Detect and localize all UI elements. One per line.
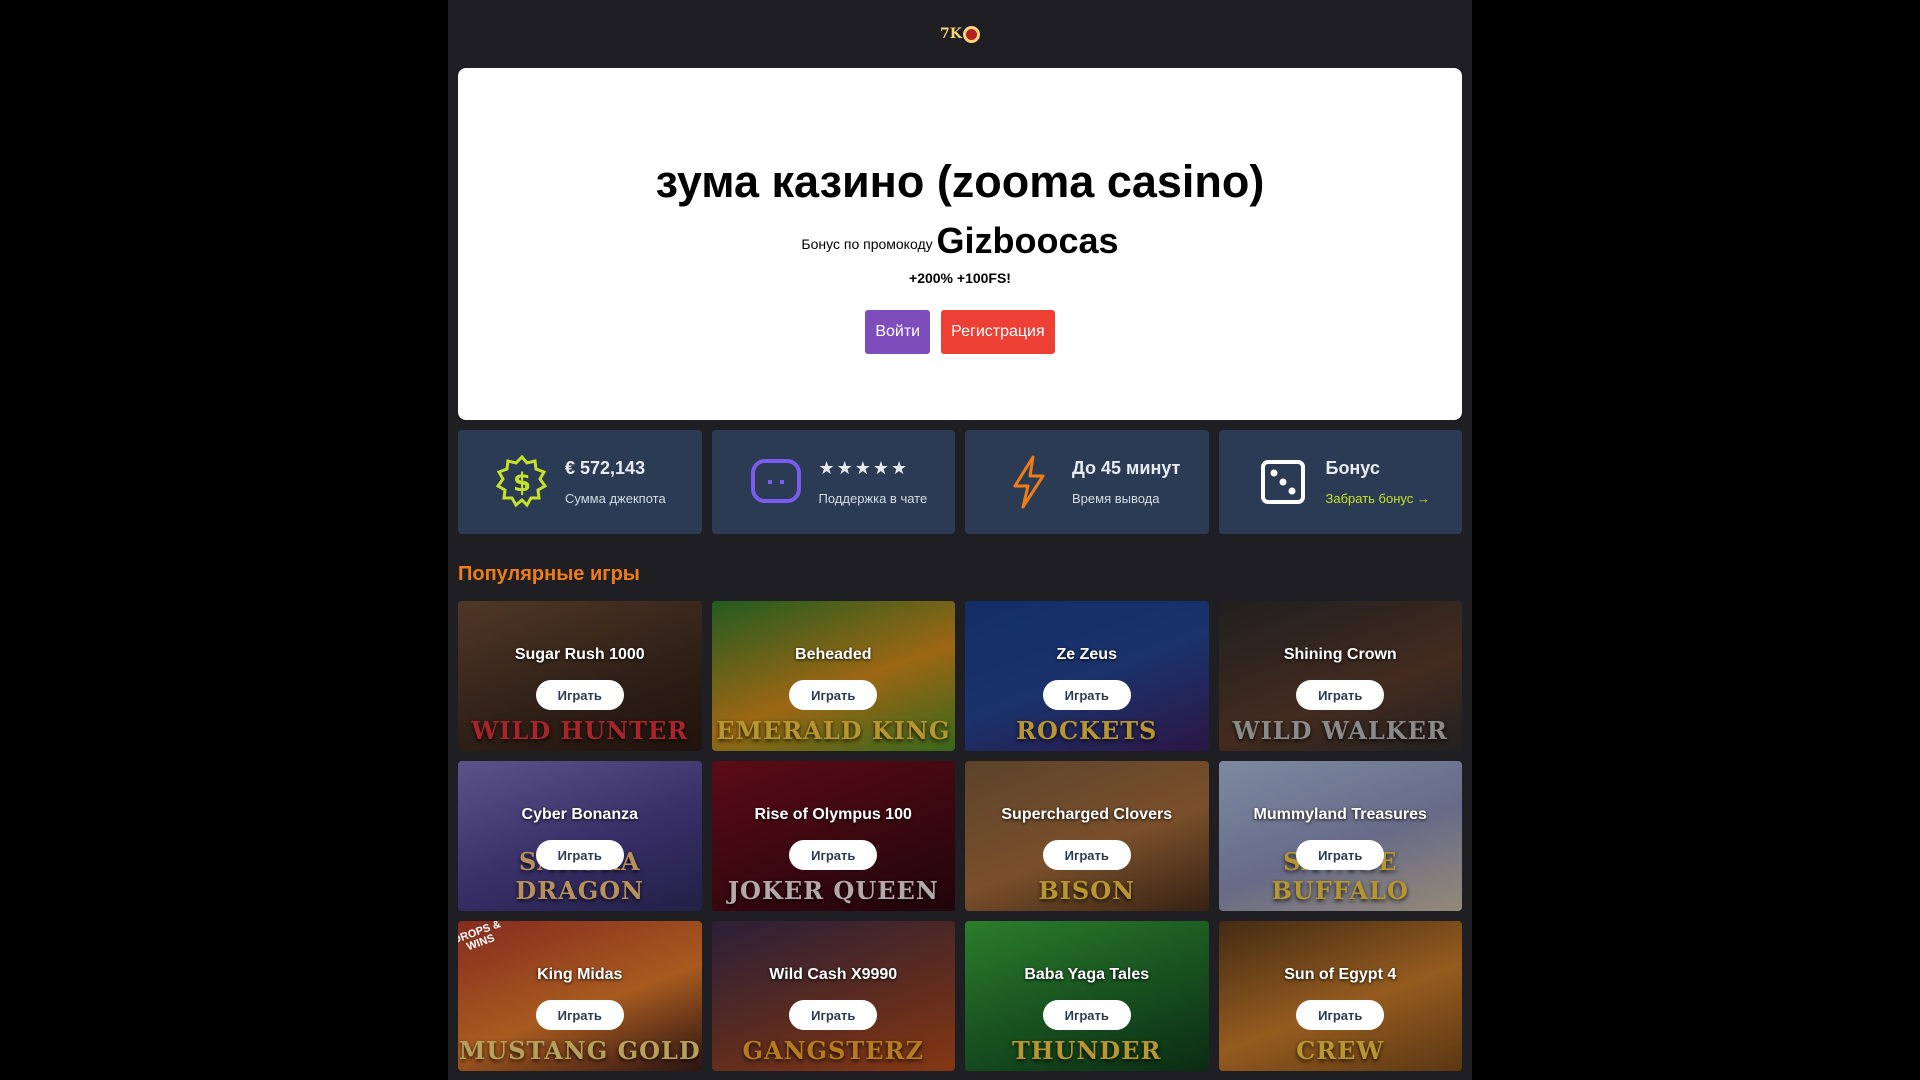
game-card[interactable]: SAKURA DRAGONCyber BonanzaИграть bbox=[458, 761, 702, 911]
promo-line: Бонус по промокоду Gizboocas bbox=[458, 220, 1462, 262]
card-overlay bbox=[965, 761, 1209, 911]
support-label: Поддержка в чате bbox=[818, 491, 928, 506]
auth-buttons: Войти Регистрация bbox=[458, 310, 1462, 354]
game-card[interactable]: GANGSTERZ Wild Cash X9990 Играть bbox=[711, 921, 955, 1071]
game-card[interactable]: SAVAGE BUFFALOMummyland TreasuresИграть bbox=[1218, 761, 1462, 911]
bonus-title: Бонус bbox=[1325, 458, 1380, 478]
play-button[interactable]: Играть bbox=[789, 1000, 878, 1030]
card-overlay bbox=[965, 921, 1209, 1071]
game-name: Wild Cash X9990 bbox=[769, 966, 898, 983]
promo-code: Gizboocas bbox=[936, 220, 1119, 261]
play-button[interactable]: Играть bbox=[1296, 840, 1385, 870]
register-button[interactable]: Регистрация bbox=[941, 310, 1055, 354]
card-overlay bbox=[711, 601, 955, 751]
dice-icon bbox=[1255, 454, 1311, 510]
top-bar: 7K bbox=[448, 0, 1472, 68]
support-card: ★★★★★ Поддержка в чате bbox=[711, 430, 955, 534]
play-button[interactable]: Играть bbox=[789, 840, 878, 870]
game-name: Supercharged Clovers bbox=[1001, 806, 1173, 823]
play-button[interactable]: Играть bbox=[1296, 680, 1385, 710]
logo-chip-icon bbox=[962, 25, 980, 43]
play-button[interactable]: Играть bbox=[535, 1000, 624, 1030]
logo-text: 7K bbox=[940, 26, 962, 42]
play-button[interactable]: Играть bbox=[535, 680, 624, 710]
withdrawal-label: Время вывода bbox=[1072, 491, 1160, 506]
play-button[interactable]: Играть bbox=[1042, 1000, 1131, 1030]
game-card[interactable]: THUNDER Baba Yaga Tales Играть bbox=[965, 921, 1209, 1071]
card-overlay bbox=[1218, 921, 1462, 1071]
feature-cards: $ € 572,143 Сумма джекпота ★★★★★ Поддерж… bbox=[458, 430, 1462, 534]
page-title: зума казино (zooma casino) bbox=[655, 156, 1265, 207]
card-overlay bbox=[711, 921, 955, 1071]
game-card[interactable]: EMERALD KING Beheaded Играть bbox=[711, 601, 955, 751]
game-name: Baba Yaga Tales bbox=[1024, 966, 1150, 983]
card-overlay bbox=[711, 761, 955, 911]
game-name: Sun of Egypt 4 bbox=[1284, 966, 1397, 983]
popular-games-title: Популярные игры bbox=[458, 563, 640, 585]
game-card[interactable]: WILD HUNTER Sugar Rush 1000 Играть bbox=[458, 601, 702, 751]
chat-icon bbox=[748, 454, 804, 510]
play-button[interactable]: Играть bbox=[1042, 840, 1131, 870]
game-name: Rise of Olympus 100 bbox=[754, 806, 912, 823]
withdrawal-card: До 45 минут Время вывода bbox=[965, 430, 1209, 534]
card-overlay bbox=[1218, 601, 1462, 751]
jackpot-amount: € 572,143 bbox=[565, 458, 646, 478]
game-card[interactable]: WILD WALKER Shining Crown Играть bbox=[1218, 601, 1462, 751]
card-overlay bbox=[458, 601, 702, 751]
game-name: Shining Crown bbox=[1283, 646, 1397, 663]
bonus-offer: +200% +100FS! bbox=[909, 270, 1011, 286]
play-button[interactable]: Играть bbox=[1042, 680, 1131, 710]
card-overlay bbox=[1218, 761, 1462, 911]
games-grid: WILD HUNTER Sugar Rush 1000 Играть EMERALD … bbox=[458, 601, 1462, 1071]
game-name: Sugar Rush 1000 bbox=[514, 646, 645, 663]
login-button[interactable]: Войти bbox=[865, 310, 931, 354]
game-card[interactable]: BISON Supercharged Clovers Играть bbox=[965, 761, 1209, 911]
game-name: Cyber Bonanza bbox=[521, 806, 638, 823]
dollar-badge-icon: $ bbox=[494, 454, 550, 510]
card-overlay bbox=[458, 761, 702, 911]
game-name: Mummyland Treasures bbox=[1253, 806, 1427, 823]
play-button[interactable]: Играть bbox=[535, 840, 624, 870]
hero-banner: зума казино (zooma casino) Бонус по пром… bbox=[458, 68, 1462, 420]
game-name: Ze Zeus bbox=[1056, 646, 1117, 663]
play-button[interactable]: Играть bbox=[1296, 1000, 1385, 1030]
game-card[interactable]: ROCKETS Ze Zeus Играть bbox=[965, 601, 1209, 751]
game-card[interactable]: MUSTANG GOLD DROPS & WINS King Midas Играть bbox=[458, 921, 702, 1071]
svg-text:$: $ bbox=[513, 468, 531, 498]
card-overlay bbox=[965, 601, 1209, 751]
withdrawal-time: До 45 минут bbox=[1072, 458, 1181, 478]
lightning-icon bbox=[1001, 454, 1057, 510]
claim-bonus-link[interactable]: Забрать бонус → bbox=[1326, 491, 1430, 506]
page: 7K зума казино (zooma casino) Бонус по п… bbox=[448, 0, 1472, 1080]
bonus-card[interactable]: Бонус Забрать бонус → bbox=[1218, 430, 1462, 534]
play-button[interactable]: Играть bbox=[789, 680, 878, 710]
game-card[interactable]: JOKER QUEEN Rise of Olympus 100 Играть bbox=[711, 761, 955, 911]
game-card[interactable]: CREW Sun of Egypt 4 Играть bbox=[1218, 921, 1462, 1071]
jackpot-card: $ € 572,143 Сумма джекпота bbox=[458, 430, 702, 534]
support-rating-stars: ★★★★★ bbox=[818, 458, 910, 478]
game-name: King Midas bbox=[537, 966, 623, 983]
jackpot-label: Сумма джекпота bbox=[565, 491, 666, 506]
promo-prefix: Бонус по промокоду bbox=[801, 236, 933, 252]
game-name: Beheaded bbox=[795, 646, 872, 663]
site-logo[interactable]: 7K bbox=[940, 25, 980, 43]
